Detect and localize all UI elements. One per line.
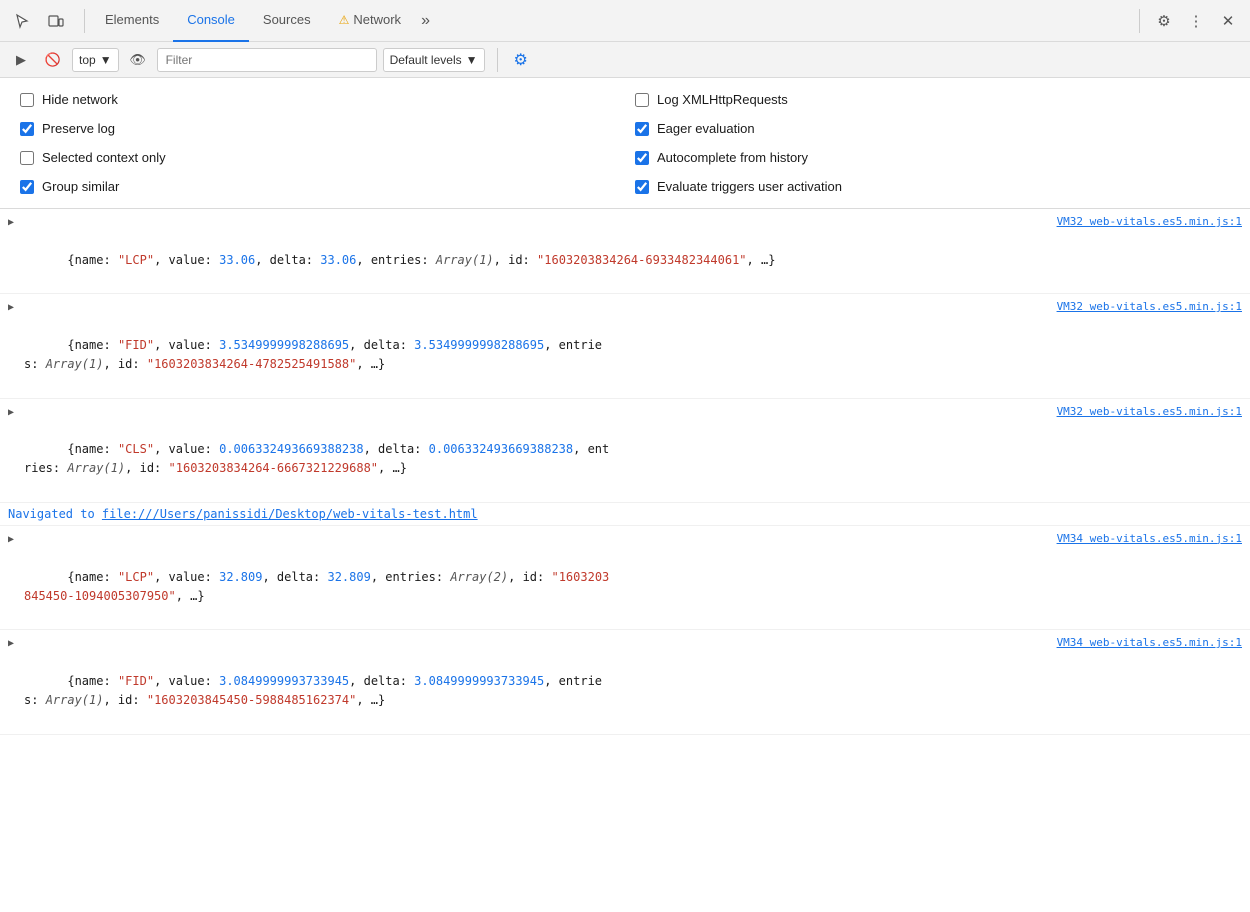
autocomplete-label: Autocomplete from history bbox=[657, 150, 808, 165]
preserve-log-checkbox[interactable] bbox=[20, 122, 34, 136]
selected-ctx-label: Selected context only bbox=[42, 150, 166, 165]
entry-source-3[interactable]: VM32 web-vitals.es5.min.js:1 bbox=[24, 403, 1242, 422]
console-output: ▶ VM32 web-vitals.es5.min.js:1 {name: "L… bbox=[0, 209, 1250, 735]
eval-triggers-checkbox[interactable] bbox=[635, 180, 649, 194]
close-button[interactable]: ✕ bbox=[1214, 7, 1242, 35]
entry-text-4: {name: "LCP", value: 32.809, delta: 32.8… bbox=[24, 548, 1242, 625]
secondary-toolbar: ▶ 🚫 top ▼ 👁 Default levels ▼ ⚙ bbox=[0, 42, 1250, 78]
hide-network-label: Hide network bbox=[42, 92, 118, 107]
tab-sources[interactable]: Sources bbox=[249, 0, 325, 42]
group-similar-row: Group similar bbox=[20, 175, 615, 198]
entry-source-1[interactable]: VM32 web-vitals.es5.min.js:1 bbox=[24, 213, 1242, 232]
navigation-link[interactable]: file:///Users/panissidi/Desktop/web-vita… bbox=[102, 507, 478, 521]
entry-source-4[interactable]: VM34 web-vitals.es5.min.js:1 bbox=[24, 530, 1242, 549]
execute-icon[interactable]: ▶ bbox=[8, 47, 34, 73]
log-xml-row: Log XMLHttpRequests bbox=[635, 88, 1230, 111]
chevron-down-icon: ▼ bbox=[100, 53, 112, 67]
autocomplete-row: Autocomplete from history bbox=[635, 146, 1230, 169]
eval-triggers-row: Evaluate triggers user activation bbox=[635, 175, 1230, 198]
log-levels-selector[interactable]: Default levels ▼ bbox=[383, 48, 485, 72]
expand-arrow[interactable]: ▶ bbox=[8, 532, 14, 548]
tab-network[interactable]: ⚠ Network bbox=[325, 0, 415, 42]
log-xml-label: Log XMLHttpRequests bbox=[657, 92, 788, 107]
secondary-divider bbox=[497, 48, 498, 72]
entry-source-2[interactable]: VM32 web-vitals.es5.min.js:1 bbox=[24, 298, 1242, 317]
navigation-entry: Navigated to file:///Users/panissidi/Des… bbox=[0, 503, 1250, 526]
expand-arrow[interactable]: ▶ bbox=[8, 300, 14, 316]
expand-arrow[interactable]: ▶ bbox=[8, 636, 14, 652]
top-toolbar: Elements Console Sources ⚠ Network » ⚙ ⋮… bbox=[0, 0, 1250, 42]
console-entry-fid-1: ▶ VM32 web-vitals.es5.min.js:1 {name: "F… bbox=[0, 294, 1250, 398]
settings-button[interactable]: ⚙ bbox=[1150, 7, 1178, 35]
hide-network-row: Hide network bbox=[20, 88, 615, 111]
navigated-to-text: Navigated to bbox=[8, 507, 102, 521]
group-similar-label: Group similar bbox=[42, 179, 119, 194]
toolbar-divider-2 bbox=[1139, 9, 1140, 33]
console-entry-lcp-2: ▶ VM34 web-vitals.es5.min.js:1 {name: "L… bbox=[0, 526, 1250, 630]
selected-ctx-row: Selected context only bbox=[20, 146, 615, 169]
tab-console[interactable]: Console bbox=[173, 0, 249, 42]
console-entry-lcp-1: ▶ VM32 web-vitals.es5.min.js:1 {name: "L… bbox=[0, 209, 1250, 294]
device-toggle-icon[interactable] bbox=[42, 7, 70, 35]
expand-arrow[interactable]: ▶ bbox=[8, 215, 14, 231]
expand-arrow[interactable]: ▶ bbox=[8, 405, 14, 421]
toolbar-divider bbox=[84, 9, 85, 33]
block-icon[interactable]: 🚫 bbox=[40, 47, 66, 73]
group-similar-checkbox[interactable] bbox=[20, 180, 34, 194]
more-tabs-button[interactable]: » bbox=[415, 0, 436, 42]
filter-input[interactable] bbox=[157, 48, 377, 72]
entry-source-5[interactable]: VM34 web-vitals.es5.min.js:1 bbox=[24, 634, 1242, 653]
console-entry-cls-1: ▶ VM32 web-vitals.es5.min.js:1 {name: "C… bbox=[0, 399, 1250, 503]
settings-panel: Hide network Log XMLHttpRequests Preserv… bbox=[0, 78, 1250, 209]
menu-button[interactable]: ⋮ bbox=[1182, 7, 1210, 35]
autocomplete-checkbox[interactable] bbox=[635, 151, 649, 165]
console-settings-icon[interactable]: ⚙ bbox=[514, 50, 528, 70]
preserve-log-row: Preserve log bbox=[20, 117, 615, 140]
preserve-log-label: Preserve log bbox=[42, 121, 115, 136]
selected-ctx-checkbox[interactable] bbox=[20, 151, 34, 165]
eager-eval-label: Eager evaluation bbox=[657, 121, 755, 136]
log-xml-checkbox[interactable] bbox=[635, 93, 649, 107]
entry-text-1: {name: "LCP", value: 33.06, delta: 33.06… bbox=[24, 232, 1242, 290]
warning-icon: ⚠ bbox=[339, 13, 350, 27]
toolbar-right-controls: ⚙ ⋮ ✕ bbox=[1133, 7, 1242, 35]
levels-chevron-icon: ▼ bbox=[466, 53, 478, 67]
console-entry-fid-2: ▶ VM34 web-vitals.es5.min.js:1 {name: "F… bbox=[0, 630, 1250, 734]
eager-eval-checkbox[interactable] bbox=[635, 122, 649, 136]
entry-text-2: {name: "FID", value: 3.5349999998288695,… bbox=[24, 317, 1242, 394]
device-icons bbox=[8, 7, 70, 35]
context-selector[interactable]: top ▼ bbox=[72, 48, 119, 72]
tab-elements[interactable]: Elements bbox=[91, 0, 173, 42]
eval-triggers-label: Evaluate triggers user activation bbox=[657, 179, 842, 194]
eager-eval-row: Eager evaluation bbox=[635, 117, 1230, 140]
entry-text-5: {name: "FID", value: 3.0849999993733945,… bbox=[24, 653, 1242, 730]
eye-icon[interactable]: 👁 bbox=[125, 47, 151, 73]
entry-text-3: {name: "CLS", value: 0.00633249366938823… bbox=[24, 421, 1242, 498]
hide-network-checkbox[interactable] bbox=[20, 93, 34, 107]
cursor-icon[interactable] bbox=[8, 7, 36, 35]
